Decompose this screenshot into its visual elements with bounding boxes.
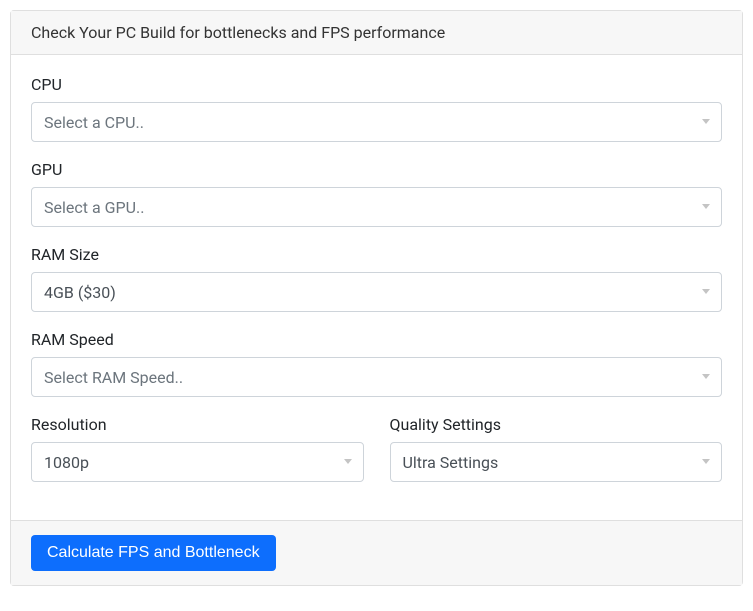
card-body: CPU Select a CPU.. GPU Select a GPU.. RA… bbox=[11, 55, 742, 520]
ram-speed-select[interactable]: Select RAM Speed.. bbox=[31, 357, 722, 397]
quality-select-value: Ultra Settings bbox=[390, 442, 723, 482]
ram-speed-select-value: Select RAM Speed.. bbox=[31, 357, 722, 397]
gpu-select-value: Select a GPU.. bbox=[31, 187, 722, 227]
ram-speed-group: RAM Speed Select RAM Speed.. bbox=[31, 330, 722, 397]
resolution-select-value: 1080p bbox=[31, 442, 364, 482]
gpu-select[interactable]: Select a GPU.. bbox=[31, 187, 722, 227]
bottleneck-card: Check Your PC Build for bottlenecks and … bbox=[10, 10, 743, 586]
cpu-select-value: Select a CPU.. bbox=[31, 102, 722, 142]
ram-size-select[interactable]: 4GB ($30) bbox=[31, 272, 722, 312]
resolution-group: Resolution 1080p bbox=[31, 415, 364, 482]
calculate-button[interactable]: Calculate FPS and Bottleneck bbox=[31, 535, 276, 571]
resolution-select[interactable]: 1080p bbox=[31, 442, 364, 482]
quality-group: Quality Settings Ultra Settings bbox=[390, 415, 723, 482]
gpu-label: GPU bbox=[31, 160, 722, 179]
ram-size-select-value: 4GB ($30) bbox=[31, 272, 722, 312]
quality-label: Quality Settings bbox=[390, 415, 723, 434]
resolution-label: Resolution bbox=[31, 415, 364, 434]
cpu-group: CPU Select a CPU.. bbox=[31, 75, 722, 142]
quality-select[interactable]: Ultra Settings bbox=[390, 442, 723, 482]
ram-size-label: RAM Size bbox=[31, 245, 722, 264]
ram-size-group: RAM Size 4GB ($30) bbox=[31, 245, 722, 312]
card-header: Check Your PC Build for bottlenecks and … bbox=[11, 11, 742, 55]
resolution-quality-row: Resolution 1080p Quality Settings Ultra … bbox=[31, 415, 722, 500]
card-title: Check Your PC Build for bottlenecks and … bbox=[31, 23, 445, 42]
ram-speed-label: RAM Speed bbox=[31, 330, 722, 349]
card-footer: Calculate FPS and Bottleneck bbox=[11, 520, 742, 585]
cpu-label: CPU bbox=[31, 75, 722, 94]
gpu-group: GPU Select a GPU.. bbox=[31, 160, 722, 227]
cpu-select[interactable]: Select a CPU.. bbox=[31, 102, 722, 142]
